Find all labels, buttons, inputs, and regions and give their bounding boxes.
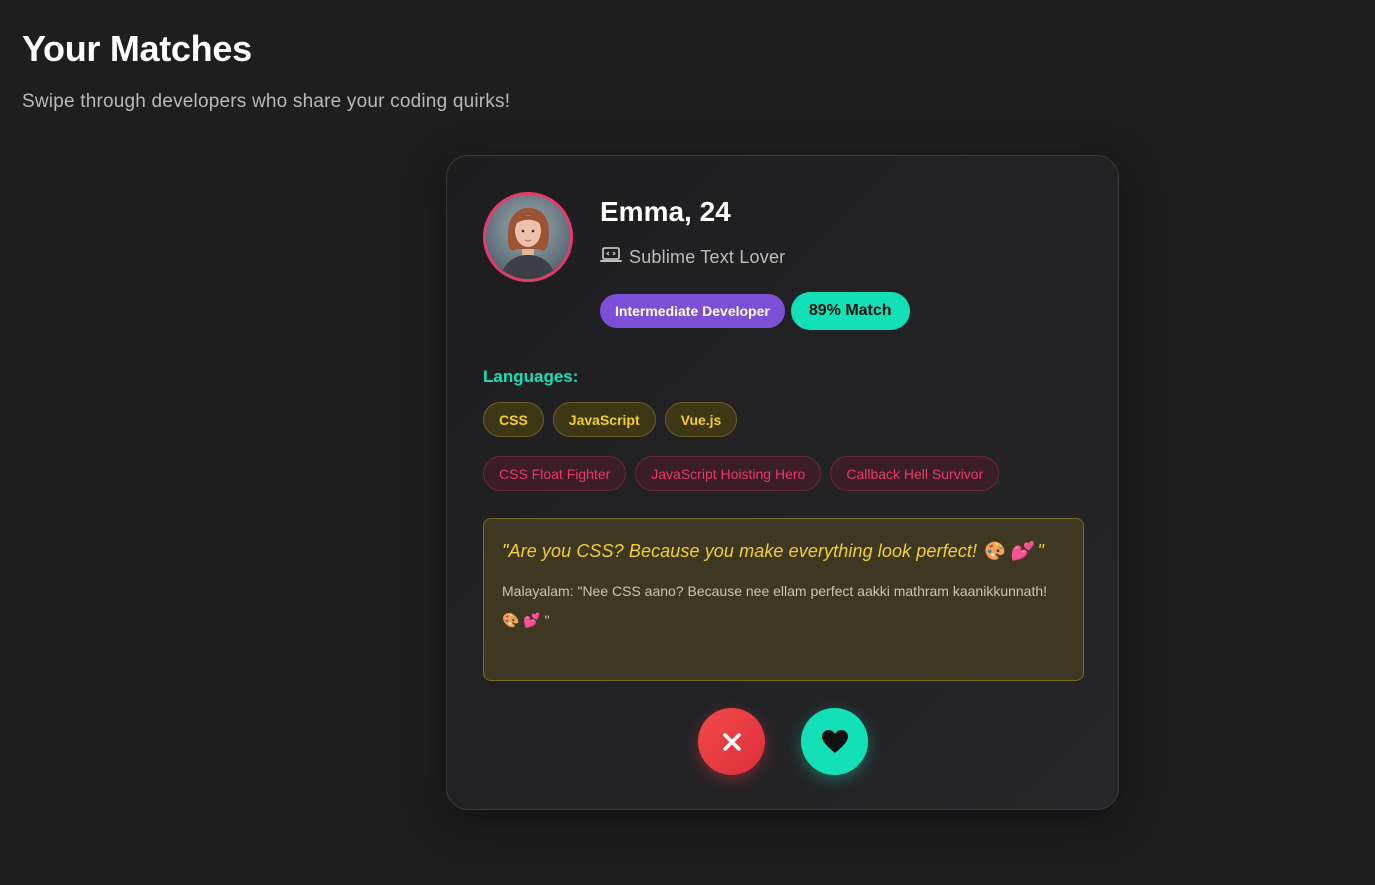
match-card[interactable]: Emma, 24 Sublime Text Lover Intermediate… (446, 155, 1119, 810)
editor-preference: Sublime Text Lover (600, 246, 785, 269)
editor-label: Sublime Text Lover (629, 247, 786, 267)
language-chip: JavaScript (552, 402, 656, 437)
match-badge: 89% Match (790, 292, 910, 330)
trait-chip: Callback Hell Survivor (830, 456, 1000, 491)
badges: Intermediate Developer 89% Match (600, 292, 910, 330)
laptop-code-icon (600, 246, 622, 269)
avatar (483, 192, 573, 282)
page-title: Your Matches (22, 28, 252, 69)
language-list: CSS JavaScript Vue.js (483, 402, 738, 437)
like-button[interactable] (801, 708, 868, 775)
trait-chip: JavaScript Hoisting Hero (635, 456, 822, 491)
profile-name: Emma, 24 (600, 196, 731, 227)
pickup-line-box: "Are you CSS? Because you make everythin… (483, 518, 1084, 681)
page-subtitle: Swipe through developers who share your … (22, 91, 511, 112)
pass-button[interactable] (698, 708, 765, 775)
close-icon (722, 732, 741, 751)
level-badge: Intermediate Developer (600, 294, 785, 328)
trait-chip: CSS Float Fighter (483, 456, 627, 491)
language-chip: Vue.js (664, 402, 738, 437)
languages-heading: Languages: (483, 367, 579, 386)
action-buttons (698, 708, 868, 775)
trait-list: CSS Float Fighter JavaScript Hoisting He… (483, 456, 1000, 491)
pickup-translation: Malayalam: "Nee CSS aano? Because nee el… (502, 583, 1048, 628)
pickup-line: "Are you CSS? Because you make everythin… (502, 541, 1044, 561)
language-chip: CSS (483, 402, 544, 437)
heart-icon (821, 729, 848, 753)
